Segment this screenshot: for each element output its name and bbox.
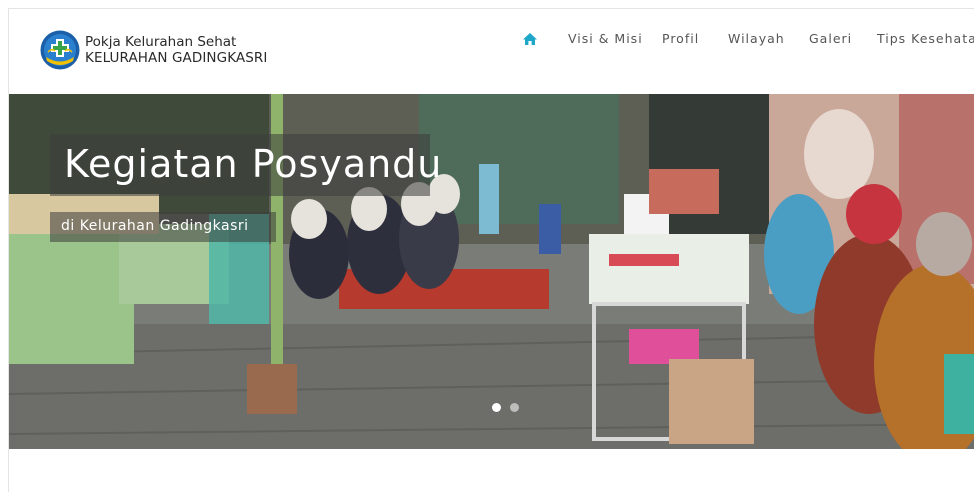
main-menu: Visi & Misi Profil Wilayah Galeri Tips K…	[9, 31, 974, 51]
carousel-indicators	[492, 403, 519, 412]
brand-subtitle: KELURAHAN GADINGKASRI	[85, 50, 268, 66]
hero-title-box: Kegiatan Posyandu	[50, 134, 441, 196]
navbar: Pokja Kelurahan Sehat KELURAHAN GADINGKA…	[9, 9, 974, 93]
hero-title: Kegiatan Posyandu	[64, 142, 443, 186]
nav-item-tips-kesehatan[interactable]: Tips Kesehatan	[877, 31, 974, 46]
hero-subtitle-box: di Kelurahan Gadingkasri	[50, 212, 276, 242]
nav-item-profil[interactable]: Profil	[662, 31, 699, 46]
nav-item-galeri[interactable]: Galeri	[809, 31, 852, 46]
carousel-dot-2[interactable]	[510, 403, 519, 412]
hero-carousel[interactable]: Kegiatan Posyandu di Kelurahan Gadingkas…	[9, 94, 974, 449]
hero-subtitle: di Kelurahan Gadingkasri	[61, 218, 249, 234]
carousel-dot-1[interactable]	[492, 403, 501, 412]
nav-item-wilayah[interactable]: Wilayah	[728, 31, 785, 46]
nav-item-visi-misi[interactable]: Visi & Misi	[568, 31, 643, 46]
